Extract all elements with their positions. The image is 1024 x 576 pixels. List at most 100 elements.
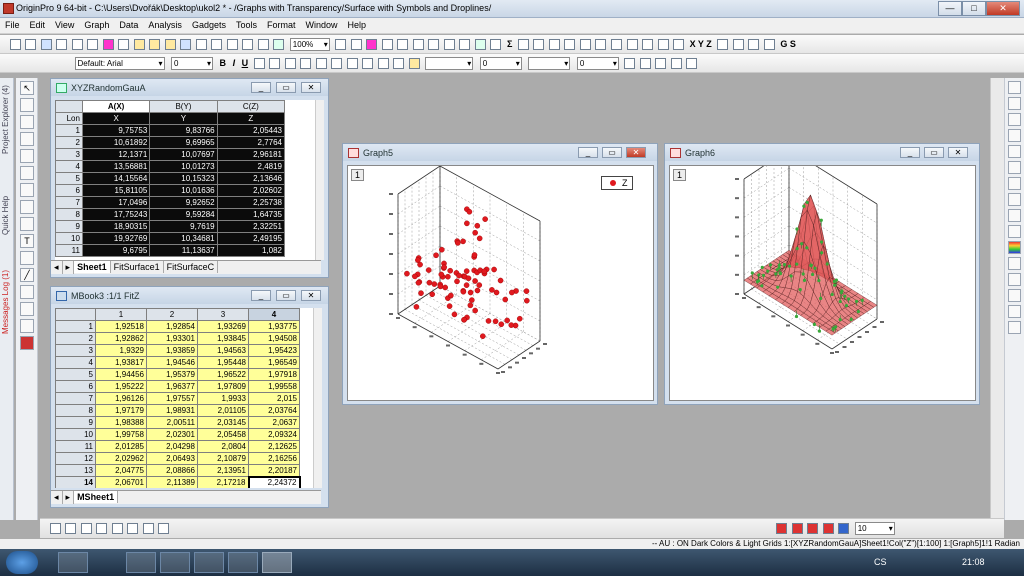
matrix-cell[interactable]: 2,06493 (146, 452, 198, 465)
matrix-cell[interactable]: 1,92518 (95, 320, 147, 333)
import-multiple-icon[interactable] (242, 39, 254, 50)
tab-scroll-left[interactable]: ◂ (51, 261, 63, 274)
graph5-close-button[interactable]: ✕ (626, 147, 646, 158)
color-tool-icon[interactable] (20, 336, 34, 350)
matrix-column-header[interactable]: 1 (95, 308, 147, 321)
long-name-cell[interactable]: X (81, 112, 151, 125)
row-header[interactable]: 8 (55, 404, 96, 417)
matrix-cell[interactable]: 1,95222 (95, 380, 147, 393)
data-cell[interactable]: 9,6795 (81, 244, 151, 257)
save-project-icon[interactable] (180, 39, 192, 50)
matrix-column-header[interactable]: 2 (146, 308, 198, 321)
pan-hand-icon[interactable] (20, 302, 34, 316)
reset-view-icon[interactable] (838, 523, 850, 534)
data-cell[interactable]: 10,34681 (149, 232, 218, 245)
ie-taskbar-icon[interactable] (194, 552, 224, 573)
line-color-icon[interactable] (393, 58, 405, 69)
data-cell[interactable]: 10,61892 (81, 136, 151, 149)
script-window-icon[interactable] (459, 39, 471, 50)
matrix-cell[interactable]: 2,11389 (146, 476, 198, 488)
stacked-column-icon[interactable] (626, 39, 638, 50)
matrix-cell[interactable]: 2,13951 (197, 464, 249, 477)
increase-font-icon[interactable] (315, 58, 327, 69)
browser-taskbar-icon[interactable] (160, 552, 190, 573)
data-reader-icon[interactable] (20, 166, 34, 180)
long-name-cell[interactable]: Z (216, 112, 286, 125)
statistics-icon[interactable] (517, 39, 529, 50)
data-selector-icon[interactable] (20, 183, 34, 197)
recalculate-icon[interactable] (273, 39, 285, 50)
matrix-cell[interactable]: 2,02301 (146, 428, 198, 441)
graph5-page[interactable]: 1 Z (347, 165, 654, 401)
matrix-cell[interactable]: 1,98931 (146, 404, 198, 417)
data-cell[interactable]: 10,15323 (149, 172, 218, 185)
decrease-font-icon[interactable] (331, 58, 343, 69)
matrix-cell[interactable]: 1,93269 (197, 320, 249, 333)
column-header[interactable]: A(X) (81, 100, 151, 113)
matrix-cell[interactable]: 2,08866 (146, 464, 198, 477)
graph6-page[interactable]: 1 (669, 165, 976, 401)
row-header[interactable]: 1 (55, 124, 83, 137)
font-size-select[interactable]: 0 (171, 57, 214, 70)
menu-format[interactable]: Format (262, 18, 301, 32)
hatch-icon[interactable] (624, 58, 636, 69)
row-header[interactable]: 6 (55, 184, 83, 197)
matrix-cell[interactable]: 1,92854 (146, 320, 198, 333)
extract-icon[interactable] (1008, 193, 1021, 206)
matrix-cell[interactable]: 2,0804 (197, 440, 249, 453)
row-header[interactable]: 7 (55, 392, 96, 405)
workbook-minimize-button[interactable]: _ (251, 82, 271, 93)
highlight-icon[interactable] (408, 58, 420, 69)
origin-taskbar-icon[interactable] (262, 552, 292, 573)
matrix-cell[interactable]: 1,94456 (95, 368, 147, 381)
bitmap-icon[interactable] (1008, 257, 1021, 270)
matrix-cell[interactable]: 2,04775 (95, 464, 147, 477)
new-notes-icon[interactable] (118, 39, 130, 50)
matrix-cell[interactable]: 1,95448 (197, 356, 249, 369)
matrix-cell[interactable]: 2,10879 (197, 452, 249, 465)
data-cell[interactable]: 9,92652 (149, 196, 218, 209)
data-cell[interactable]: 2,05443 (216, 124, 286, 137)
matrix-cell[interactable]: 1,95379 (146, 368, 198, 381)
language-indicator[interactable]: CS (874, 557, 887, 567)
command-window-icon[interactable] (443, 39, 455, 50)
data-cell[interactable]: 11,13637 (149, 244, 218, 257)
new-function-icon[interactable] (87, 39, 99, 50)
menu-window[interactable]: Window (301, 18, 343, 32)
symbol-size-icon[interactable] (686, 58, 698, 69)
sheet-tab[interactable]: FitSurface1 (111, 261, 164, 273)
matrix-cell[interactable]: 1,94546 (146, 356, 198, 369)
data-cell[interactable]: 9,75753 (81, 124, 151, 137)
row-header[interactable]: 13 (55, 464, 96, 477)
draw-data-icon[interactable] (20, 200, 34, 214)
results-log-icon[interactable] (428, 39, 440, 50)
rescale-icon[interactable] (1008, 81, 1021, 94)
matrix-cell[interactable]: 1,99758 (95, 428, 147, 441)
color-scale-icon[interactable] (1008, 129, 1021, 142)
export-icon[interactable] (211, 39, 223, 50)
long-name-cell[interactable]: Y (149, 112, 218, 125)
sigma-icon[interactable]: Σ (507, 39, 512, 49)
add-new-columns-icon[interactable] (490, 39, 502, 50)
matrix-column-header[interactable]: 3 (197, 308, 249, 321)
arrange-icon[interactable] (1008, 209, 1021, 222)
line-tool-icon[interactable]: ╱ (20, 268, 34, 282)
menu-gadgets[interactable]: Gadgets (187, 18, 231, 32)
bar-plot-icon[interactable] (611, 39, 622, 50)
matrix-cell[interactable]: 2,06701 (95, 476, 147, 488)
matrix-cell[interactable]: 2,03145 (197, 416, 249, 429)
row-header[interactable]: 14 (55, 476, 96, 488)
row-header[interactable]: 10 (55, 232, 83, 245)
data-cell[interactable]: 2,96181 (216, 148, 286, 161)
row-header[interactable]: 3 (55, 344, 96, 357)
matrix-cell[interactable]: 1,96522 (197, 368, 249, 381)
matrix-cell[interactable]: 2,01285 (95, 440, 147, 453)
data-cell[interactable]: 17,75243 (81, 208, 151, 221)
new-project-icon[interactable] (9, 39, 21, 50)
new-graph-icon[interactable] (56, 39, 68, 50)
row-header[interactable]: 11 (55, 440, 96, 453)
workbook-close-button[interactable]: ✕ (301, 82, 321, 93)
column-plot-icon[interactable] (595, 39, 607, 50)
matrix-cell[interactable]: 2,05458 (197, 428, 249, 441)
matrix-cell[interactable]: 2,20187 (248, 464, 300, 477)
